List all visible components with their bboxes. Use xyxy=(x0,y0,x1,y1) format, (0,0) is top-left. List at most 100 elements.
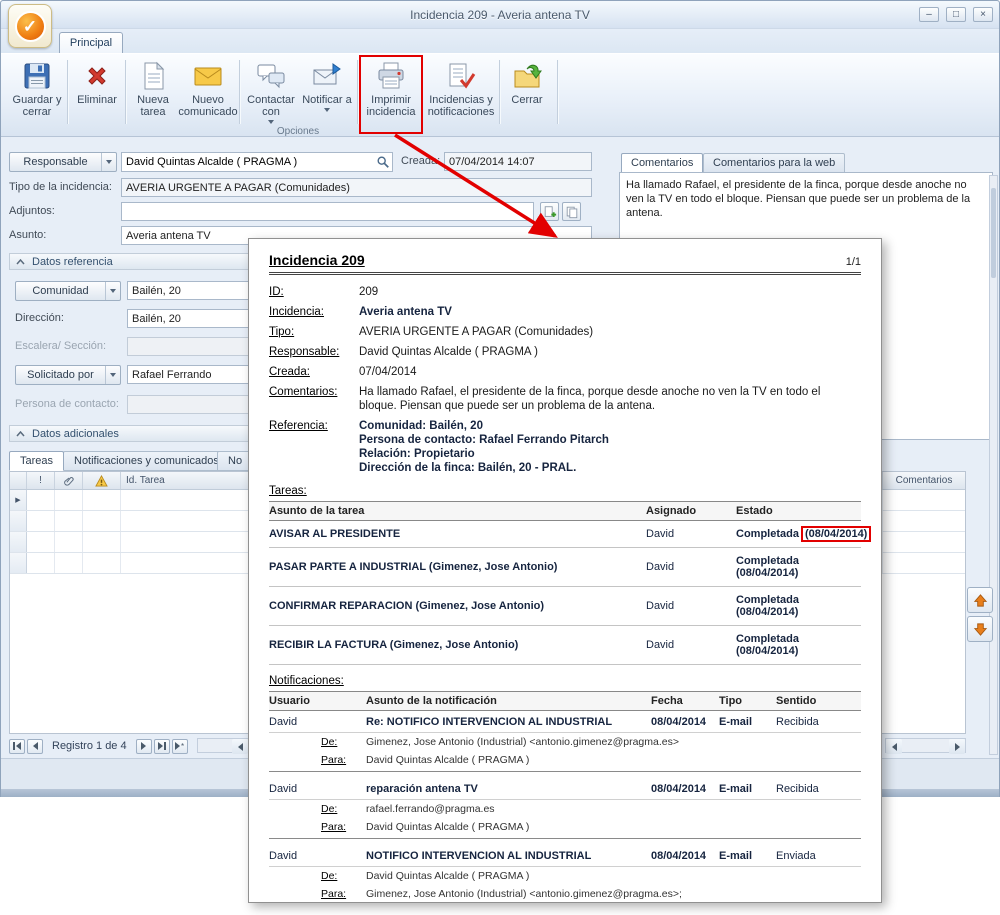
field-label: Responsable: xyxy=(269,345,359,359)
maximize-button[interactable]: □ xyxy=(946,7,966,22)
scroll-left-button[interactable] xyxy=(232,739,248,754)
tareas-section-label: Tareas: xyxy=(269,485,861,497)
comentarios-column-header[interactable]: Comentarios xyxy=(883,472,965,489)
chevron-up-icon xyxy=(16,431,25,437)
chevron-up-icon xyxy=(16,259,25,265)
new-record-button[interactable]: * xyxy=(172,739,188,754)
priority-column-header[interactable]: ! xyxy=(27,472,55,489)
col-header: Asignado xyxy=(646,505,736,517)
record-counter: Registro 1 de 4 xyxy=(45,740,134,752)
attach-add-button[interactable] xyxy=(540,202,559,221)
move-down-button[interactable] xyxy=(967,616,993,642)
horizontal-scrollbar-left[interactable] xyxy=(197,738,249,753)
tab-principal[interactable]: Principal xyxy=(59,32,123,53)
warning-column-header[interactable] xyxy=(83,472,121,489)
paperclip-icon xyxy=(63,475,75,487)
persona-contacto-input[interactable] xyxy=(127,395,249,414)
button-label: Cerrar xyxy=(511,94,542,106)
tarea-asunto: PASAR PARTE A INDUSTRIAL (Gimenez, Jose … xyxy=(269,561,646,573)
row-marker-icon: ▶ xyxy=(10,490,27,510)
last-record-button[interactable] xyxy=(154,739,170,754)
nueva-tarea-button[interactable]: Nueva tarea xyxy=(129,56,177,126)
copy-button[interactable] xyxy=(562,202,581,221)
referencia-line: Relación: Propietario xyxy=(359,447,861,461)
asunto-label: Asunto: xyxy=(9,226,46,245)
next-record-button[interactable] xyxy=(136,739,152,754)
notif-sentido: Recibida xyxy=(776,716,861,728)
cerrar-button[interactable]: Cerrar xyxy=(503,56,551,126)
horizontal-scrollbar-right[interactable] xyxy=(885,738,966,753)
scroll-left-button[interactable] xyxy=(886,739,902,754)
solicitado-por-dropdown-button[interactable]: Solicitado por xyxy=(15,365,121,385)
preview-title: Incidencia 209 xyxy=(269,252,365,268)
notify-envelope-icon xyxy=(311,60,343,92)
para-label: Para: xyxy=(321,888,366,900)
close-button[interactable]: × xyxy=(973,7,993,22)
tab-comentarios[interactable]: Comentarios xyxy=(621,153,703,173)
adjuntos-input[interactable] xyxy=(121,202,534,221)
contactar-con-button[interactable]: Contactar con xyxy=(243,56,299,126)
chevron-down-icon xyxy=(101,153,116,171)
vertical-scrollbar[interactable] xyxy=(989,175,998,755)
para-value: Gimenez, Jose Antonio (Industrial) <anto… xyxy=(366,888,861,900)
notif-usuario: David xyxy=(269,783,366,795)
creada-input[interactable] xyxy=(444,152,592,171)
nuevo-comunicado-button[interactable]: Nuevo comunicado xyxy=(179,56,237,126)
incidencias-notificaciones-button[interactable]: Incidencias y notificaciones xyxy=(427,56,495,126)
tarea-estado: Completada (08/04/2014) xyxy=(736,555,861,579)
button-label: Imprimir incidencia xyxy=(364,94,418,118)
notif-table-header: Usuario Asunto de la notificación Fecha … xyxy=(269,691,861,711)
prev-record-button[interactable] xyxy=(27,739,43,754)
orange-down-arrow-icon xyxy=(973,622,988,637)
notification-entry: David reparación antena TV 08/04/2014 E-… xyxy=(269,778,861,839)
de-value: rafael.ferrando@pragma.es xyxy=(366,803,861,815)
button-label: Contactar con xyxy=(244,94,298,118)
responsable-input[interactable] xyxy=(122,154,374,170)
field-value: AVERIA URGENTE A PAGAR (Comunidades) xyxy=(359,325,861,339)
attachment-column-header[interactable] xyxy=(55,472,83,489)
table-row: CONFIRMAR REPARACION (Gimenez, Jose Anto… xyxy=(269,587,861,626)
minimize-button[interactable]: – xyxy=(919,7,939,22)
field-value: 07/04/2014 xyxy=(359,365,861,379)
window-title: Incidencia 209 - Averia antena TV xyxy=(1,8,999,22)
eliminar-button[interactable]: Eliminar xyxy=(71,56,123,126)
para-value: David Quintas Alcalde ( PRAGMA ) xyxy=(366,754,861,766)
notificar-a-button[interactable]: Notificar a xyxy=(301,56,353,126)
scrollbar-thumb[interactable] xyxy=(991,188,996,278)
record-navigator: Registro 1 de 4 * xyxy=(9,738,188,754)
responsable-dropdown-button[interactable]: Responsable xyxy=(9,152,117,172)
solicitado-input[interactable] xyxy=(127,365,249,384)
separator xyxy=(557,60,558,124)
tab-tareas[interactable]: Tareas xyxy=(9,451,64,471)
de-value: David Quintas Alcalde ( PRAGMA ) xyxy=(366,870,861,882)
tarea-estado: Completada xyxy=(736,528,799,540)
scroll-right-button[interactable] xyxy=(949,739,965,754)
first-record-button[interactable] xyxy=(9,739,25,754)
separator xyxy=(125,60,126,124)
tarea-asunto: RECIBIR LA FACTURA (Gimenez, Jose Antoni… xyxy=(269,639,646,651)
table-row: PASAR PARTE A INDUSTRIAL (Gimenez, Jose … xyxy=(269,548,861,587)
imprimir-incidencia-button[interactable]: Imprimir incidencia xyxy=(363,56,419,126)
tab-comentarios-web[interactable]: Comentarios para la web xyxy=(703,153,845,173)
new-task-icon xyxy=(137,60,169,92)
divider xyxy=(269,272,861,275)
move-up-button[interactable] xyxy=(967,587,993,613)
envelope-icon xyxy=(192,60,224,92)
notificaciones-section-label: Notificaciones: xyxy=(269,675,861,687)
search-icon[interactable] xyxy=(374,155,392,169)
comunidad-input[interactable] xyxy=(127,281,249,300)
notification-entry: David NOTIFICO INTERVENCION AL INDUSTRIA… xyxy=(269,845,861,903)
escalera-input[interactable] xyxy=(127,337,249,356)
check-icon: ✓ xyxy=(15,11,46,42)
direccion-input[interactable] xyxy=(127,309,249,328)
tab-notificaciones-comunicados[interactable]: Notificaciones y comunicados xyxy=(63,451,230,471)
comunidad-dropdown-button[interactable]: Comunidad xyxy=(15,281,121,301)
guardar-y-cerrar-button[interactable]: Guardar y cerrar xyxy=(9,56,65,126)
adjuntos-label: Adjuntos: xyxy=(9,202,55,221)
col-header: Estado xyxy=(736,505,861,517)
notif-tipo: E-mail xyxy=(719,850,776,862)
field-value: Ha llamado Rafael, el presidente de la f… xyxy=(359,385,861,413)
referencia-line: Persona de contacto: Rafael Ferrando Pit… xyxy=(359,433,861,447)
tipo-input[interactable] xyxy=(121,178,592,197)
button-label: Notificar a xyxy=(302,94,352,106)
